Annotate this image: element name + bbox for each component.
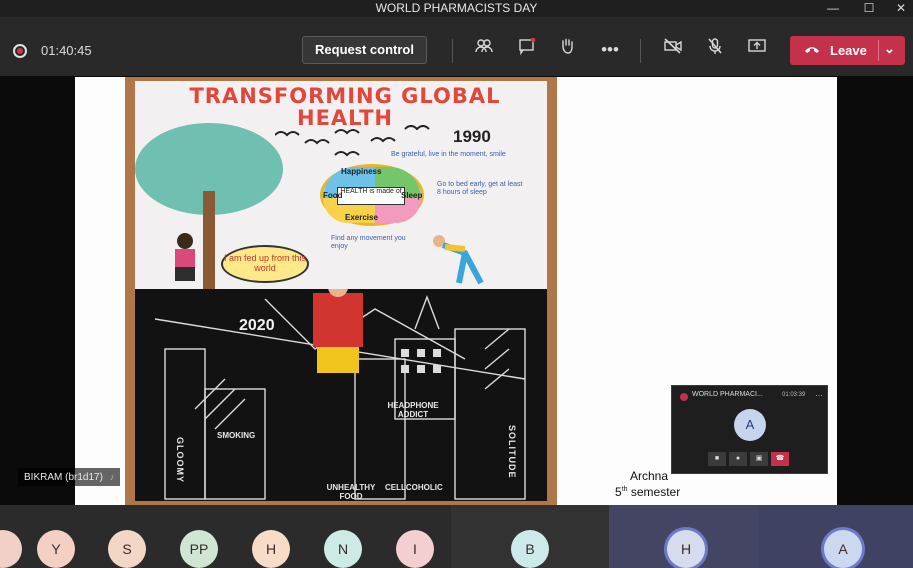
share-screen-icon[interactable] (744, 37, 770, 63)
avatar[interactable]: B (511, 530, 549, 568)
poster-note-sleep: Go to bed early, get at least 8 hours of… (437, 181, 523, 196)
poster-1990-panel: TRANSFORMING GLOBAL HEALTH 1990 HEALTH i… (135, 81, 547, 291)
avatar: A (734, 409, 766, 441)
camera-off-icon[interactable] (660, 37, 686, 63)
health-wheel-center: HEALTH is made of (337, 187, 405, 205)
share-screen-icon[interactable]: ▣ (750, 452, 768, 466)
mini-meeting-window[interactable]: WORLD PHARMACI... 01:03:39 … A ■ ● ▣ ☎ (671, 385, 828, 474)
poster-note-movement: Find any movement you enjoy (331, 235, 406, 250)
poster-2020-panel: 2020 SMOKING HEADPHONE ADDICT UNHEALTHY … (135, 289, 547, 501)
toolbar-divider (452, 39, 453, 63)
more-options-icon[interactable]: … (815, 389, 823, 398)
more-options-icon[interactable]: ••• (597, 37, 623, 63)
raise-hand-icon[interactable] (554, 37, 580, 63)
meeting-toolbar: 01:40:45 Request control ••• Leave ⌄ (0, 17, 913, 76)
speech-bubble: I am fed up from this world (221, 245, 309, 283)
avatar[interactable]: H (252, 530, 290, 568)
chalk-headphone-addict: HEADPHONE ADDICT (387, 401, 439, 419)
poster-year-1990: 1990 (453, 127, 491, 146)
poster-title-line1: TRANSFORMING GLOBAL (189, 84, 501, 108)
mini-window-timer: 01:03:39 (782, 392, 806, 398)
chevron-down-icon[interactable]: ⌄ (884, 41, 895, 57)
exercising-figure (433, 235, 484, 285)
caption-semester-suffix: th (621, 486, 628, 493)
participants-icon[interactable] (471, 37, 497, 63)
chalk-unhealthy-food: UNHEALTHY FOOD (326, 483, 376, 501)
chalk-solitude: SOLITUDE (507, 425, 517, 479)
avatar[interactable]: A (824, 530, 862, 568)
caption-name: Archna (630, 469, 669, 483)
caption-semester-word: semester (630, 485, 681, 499)
shared-poster: TRANSFORMING GLOBAL HEALTH 1990 HEALTH i… (125, 77, 557, 505)
avatar[interactable]: H (667, 530, 705, 568)
mic-off-icon[interactable] (702, 37, 728, 63)
mini-window-title: WORLD PHARMACI... (692, 391, 763, 398)
recording-icon (680, 393, 688, 401)
caption-semester-number: 5 (615, 485, 622, 499)
avatar[interactable]: I (396, 530, 434, 568)
meeting-timer: 01:40:45 (41, 43, 92, 58)
mic-icon[interactable]: ● (729, 452, 747, 466)
chalk-smoking: SMOKING (217, 431, 256, 440)
hang-up-icon (804, 42, 820, 58)
chat-icon[interactable] (514, 37, 540, 63)
chalk-gloomy: GLOOMY (175, 437, 185, 483)
wheel-exercise: Exercise (345, 213, 378, 222)
leave-button[interactable]: Leave ⌄ (790, 36, 905, 65)
wheel-happiness: Happiness (341, 167, 382, 176)
avatar[interactable] (0, 530, 22, 568)
maximize-button[interactable]: ☐ (852, 0, 886, 17)
child-figure (175, 233, 195, 281)
wheel-food: Food (323, 191, 343, 200)
leave-divider (878, 40, 879, 61)
camera-icon[interactable]: ■ (708, 452, 726, 466)
caption-semester: 5th semester (615, 485, 680, 499)
window-title: WORLD PHARMACISTS DAY (375, 1, 538, 15)
minimize-button[interactable]: — (816, 0, 850, 17)
avatar[interactable]: PP (180, 530, 218, 568)
leave-label: Leave (830, 43, 867, 58)
title-bar: WORLD PHARMACISTS DAY — ☐ ✕ (0, 0, 913, 17)
presenter-name-tag: BIKRAM (br1d17) ♪ (18, 468, 121, 486)
avatar[interactable]: Y (37, 530, 75, 568)
participant-strip: Y S PP H N I B H A (0, 505, 913, 568)
wheel-sleep: Sleep (401, 191, 423, 200)
close-button[interactable]: ✕ (884, 0, 913, 17)
chalk-cellcoholic: CELLCOHOLIC (385, 483, 443, 492)
city-chalk-drawing (154, 289, 526, 500)
mic-icon: ♪ (109, 472, 115, 482)
toolbar-divider (640, 39, 641, 63)
avatar[interactable]: N (324, 530, 362, 568)
presenter-name: BIKRAM (br1d17) (24, 472, 103, 483)
poster-note-grateful: Be grateful, live in the moment, smile (391, 151, 506, 158)
avatar[interactable]: S (108, 530, 146, 568)
hang-up-icon[interactable]: ☎ (771, 452, 789, 466)
recording-icon (13, 44, 27, 58)
request-control-button[interactable]: Request control (302, 36, 427, 64)
